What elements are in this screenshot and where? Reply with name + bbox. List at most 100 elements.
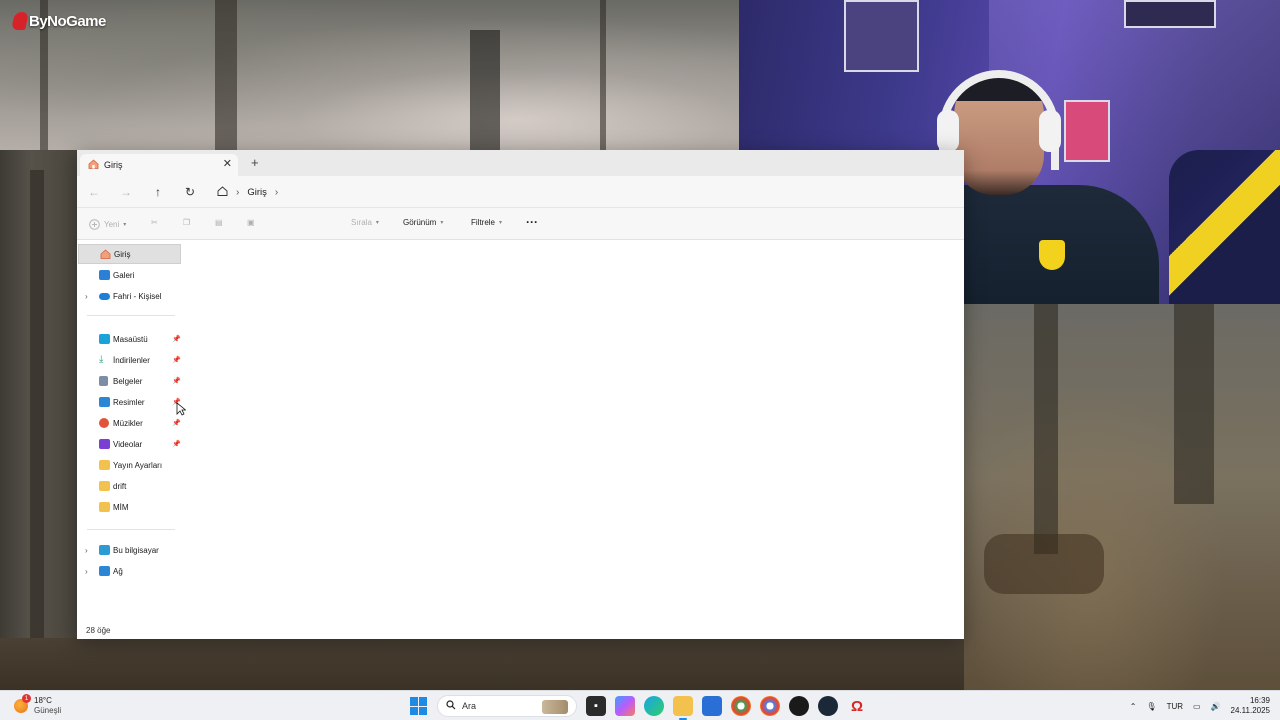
bynogame-logo: ByNoGame <box>11 10 106 32</box>
view-label: Görünüm <box>403 218 437 227</box>
sidebar-item-music[interactable]: Müzikler 📌 <box>78 413 181 433</box>
windows-start-icon[interactable] <box>410 697 428 715</box>
pictures-icon <box>99 397 110 407</box>
chevron-down-icon: ▾ <box>499 220 503 226</box>
pin-icon[interactable]: 📌 <box>172 440 181 448</box>
monitor-icon[interactable]: ▭ <box>1193 702 1201 711</box>
weather-temperature: 18°C <box>34 696 52 705</box>
obs-icon[interactable] <box>789 696 809 716</box>
sidebar-item-drift[interactable]: drift <box>78 476 181 496</box>
filter-label: Filtrele <box>471 218 496 227</box>
speaker-icon[interactable]: 🔊 <box>1211 702 1221 711</box>
taskbar-search[interactable]: Ara <box>437 695 577 717</box>
webcam-headset-ear <box>937 110 959 152</box>
chrome-icon[interactable] <box>760 696 780 716</box>
home-icon <box>88 159 99 171</box>
filter-button[interactable]: Filtrele ▾ <box>471 218 502 227</box>
chevron-right-icon[interactable]: › <box>85 567 88 576</box>
command-bar: Yeni ▾ ✂ ❐ ▤ ▣ Sırala ▾ Görünüm ▾ Filtre… <box>77 208 964 240</box>
sidebar-item-label: Yayın Ayarları <box>113 460 163 470</box>
sidebar-item-mim[interactable]: MİM <box>78 497 181 517</box>
bynogame-logo-icon <box>11 12 29 30</box>
new-button[interactable]: Yeni ▾ <box>88 218 126 230</box>
download-icon: ⤓ <box>99 354 104 365</box>
network-icon <box>99 566 110 576</box>
copilot-icon[interactable] <box>615 696 635 716</box>
desktop-background-bottom <box>0 638 964 690</box>
sidebar-item-videos[interactable]: Videolar 📌 <box>78 434 181 454</box>
sidebar-item-documents[interactable]: Belgeler 📌 <box>78 371 181 391</box>
sidebar-item-pictures[interactable]: Resimler 📌 <box>78 392 181 412</box>
folder-icon <box>99 481 110 491</box>
chevron-right-icon[interactable]: › <box>85 292 88 301</box>
view-button[interactable]: Görünüm ▾ <box>403 218 443 227</box>
tab-home[interactable]: Giriş ✕ <box>80 154 238 176</box>
clock-time: 16:39 <box>1249 696 1270 705</box>
status-item-count: 28 öğe <box>86 626 111 635</box>
forward-arrow-icon[interactable]: → <box>119 185 133 199</box>
back-arrow-icon[interactable]: ← <box>87 185 101 199</box>
videos-icon <box>99 439 110 449</box>
refresh-icon[interactable]: ↻ <box>183 185 197 199</box>
chevron-down-icon: ▾ <box>375 220 379 226</box>
pin-icon[interactable]: 📌 <box>172 377 181 385</box>
system-tray: ⌃ 🎙 TUR ▭ 🔊 16:39 24.11.2025 <box>1130 694 1270 718</box>
search-placeholder: Ara <box>462 701 477 711</box>
webcam-chair <box>1169 150 1280 304</box>
up-arrow-icon[interactable]: ↑ <box>151 185 165 199</box>
language-indicator[interactable]: TUR <box>1167 702 1183 711</box>
onedrive-cloud-icon <box>99 293 110 300</box>
logo-text: ByNoGame <box>29 12 106 30</box>
desktop-background-left <box>0 150 77 690</box>
pin-icon[interactable]: 📌 <box>172 419 181 427</box>
more-options-icon[interactable]: ··· <box>526 215 538 229</box>
sidebar-item-downloads[interactable]: ⤓ İndirilenler 📌 <box>78 350 181 370</box>
chevron-right-icon[interactable]: › <box>85 546 88 555</box>
clock[interactable]: 16:39 24.11.2025 <box>1231 696 1270 716</box>
sidebar-item-this-pc[interactable]: › Bu bilgisayar <box>78 540 181 560</box>
new-label: Yeni <box>104 219 120 229</box>
this-pc-icon <box>99 545 110 555</box>
navigation-pane: Giriş Galeri › Fahri - Kişisel Masaüstü … <box>77 240 183 620</box>
chrome-profile-icon[interactable] <box>731 696 751 716</box>
pin-icon[interactable]: 📌 <box>172 356 181 364</box>
breadcrumb-item[interactable]: Giriş <box>247 187 267 198</box>
microsoft-store-icon[interactable] <box>702 696 722 716</box>
opera-gx-icon[interactable]: Ω <box>847 696 867 716</box>
sidebar-item-home[interactable]: Giriş <box>78 244 181 264</box>
chevron-right-icon[interactable]: › <box>275 187 278 198</box>
microphone-icon[interactable]: 🎙 <box>1146 702 1156 711</box>
file-explorer-icon[interactable] <box>673 696 693 720</box>
close-icon[interactable]: ✕ <box>223 158 232 170</box>
cut-icon[interactable]: ✂ <box>151 218 158 227</box>
sidebar-divider <box>87 529 175 530</box>
desktop-icon <box>99 334 110 344</box>
sidebar-item-label: MİM <box>113 502 129 512</box>
rename-icon[interactable]: ▣ <box>247 218 255 227</box>
sidebar-item-desktop[interactable]: Masaüstü 📌 <box>78 329 181 349</box>
edge-icon[interactable] <box>644 696 664 716</box>
task-view-icon[interactable]: ▪ <box>586 696 606 716</box>
sidebar-item-gallery[interactable]: Galeri <box>78 265 181 285</box>
copy-icon[interactable]: ❐ <box>183 218 190 227</box>
title-bar: Giriş ✕ + <box>77 150 964 176</box>
sidebar-item-network[interactable]: › Ağ <box>78 561 181 581</box>
weather-widget[interactable]: 1 18°C Güneşli <box>14 694 61 718</box>
paste-icon[interactable]: ▤ <box>215 218 223 227</box>
steam-icon[interactable] <box>818 696 838 716</box>
sort-button[interactable]: Sırala ▾ <box>351 218 379 227</box>
sidebar-item-stream-settings[interactable]: Yayın Ayarları <box>78 455 181 475</box>
music-icon <box>99 418 109 428</box>
plus-circle-icon <box>88 218 100 230</box>
home-icon[interactable] <box>217 186 228 198</box>
gallery-icon <box>99 270 110 280</box>
webcam-jersey-badge <box>1039 240 1065 270</box>
new-tab-button[interactable]: + <box>251 156 259 169</box>
folder-icon <box>99 502 110 512</box>
pin-icon[interactable]: 📌 <box>172 335 181 343</box>
chevron-right-icon[interactable]: › <box>236 187 239 198</box>
chevron-down-icon: ▾ <box>440 220 444 226</box>
chevron-down-icon: ▾ <box>123 221 127 228</box>
chevron-up-icon[interactable]: ⌃ <box>1130 702 1137 711</box>
sidebar-item-onedrive[interactable]: › Fahri - Kişisel <box>78 286 181 306</box>
